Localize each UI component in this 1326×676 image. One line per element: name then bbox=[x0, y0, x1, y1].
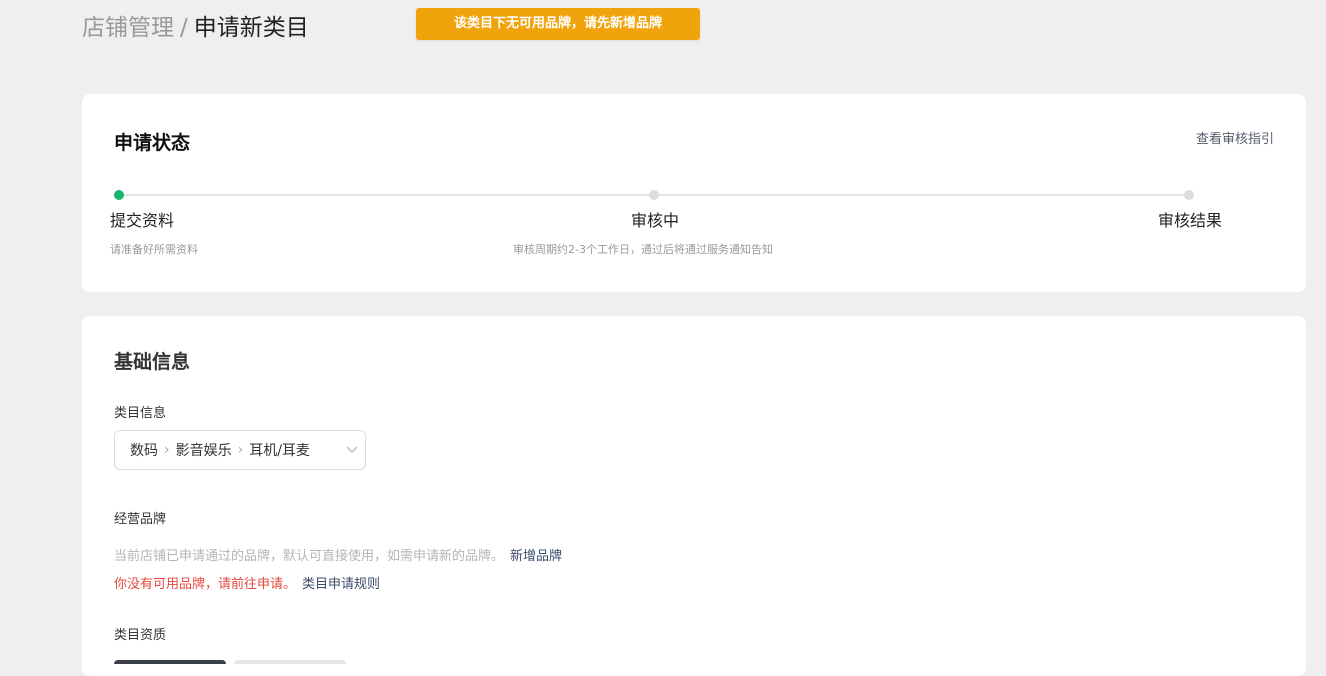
brand-hint-text: 当前店铺已申请通过的品牌，默认可直接使用，如需申请新的品牌。 bbox=[114, 549, 505, 564]
chevron-right-icon: › bbox=[164, 442, 170, 458]
chevron-right-icon: › bbox=[237, 442, 244, 458]
qualification-upload-thumb-2[interactable] bbox=[234, 660, 346, 664]
review-guide-link[interactable]: 查看审核指引 bbox=[1196, 128, 1274, 147]
brand-hint-line: 当前店铺已申请通过的品牌，默认可直接使用，如需申请新的品牌。 新增品牌 bbox=[114, 545, 562, 564]
warning-toast: 该类目下无可用品牌，请先新增品牌 bbox=[416, 8, 700, 40]
category-select[interactable]: 数码 › 影音娱乐 › 耳机/耳麦 bbox=[114, 430, 366, 470]
brand-warning-line: 你没有可用品牌，请前往申请。 类目申请规则 bbox=[114, 573, 380, 592]
add-brand-link[interactable]: 新增品牌 bbox=[510, 549, 562, 564]
step-2-dot bbox=[649, 190, 659, 200]
category-rules-link[interactable]: 类目申请规则 bbox=[302, 577, 380, 592]
step-1-desc: 请准备好所需资料 bbox=[110, 243, 198, 256]
application-status-card: 申请状态 查看审核指引 提交资料 审核中 审核结果 请准备好所需资料 审核周期约… bbox=[82, 94, 1306, 292]
breadcrumb-separator: / bbox=[180, 15, 188, 41]
step-3-title: 审核结果 bbox=[1158, 211, 1223, 230]
no-brand-warning: 你没有可用品牌，请前往申请。 bbox=[114, 577, 297, 592]
step-1-title: 提交资料 bbox=[110, 211, 175, 230]
breadcrumb-parent-link[interactable]: 店铺管理 bbox=[82, 15, 174, 41]
qualification-label: 类目资质 bbox=[114, 628, 167, 643]
qualification-upload-thumb-1[interactable] bbox=[114, 660, 226, 664]
step-3-dot bbox=[1184, 190, 1194, 200]
chevron-down-icon bbox=[346, 446, 358, 453]
category-level-1: 数码 bbox=[130, 443, 158, 459]
step-2-desc: 审核周期约2-3个工作日，通过后将通过服务通知告知 bbox=[513, 243, 773, 256]
page-title: 申请新类目 bbox=[193, 15, 309, 41]
step-1-dot bbox=[114, 190, 124, 200]
category-level-2: 影音娱乐 bbox=[175, 443, 232, 459]
basic-info-title: 基础信息 bbox=[114, 351, 191, 373]
step-2-title: 审核中 bbox=[631, 211, 680, 230]
breadcrumb: 店铺管理 / 申请新类目 bbox=[82, 12, 309, 44]
category-label: 类目信息 bbox=[114, 406, 167, 421]
basic-info-card: 基础信息 类目信息 数码 › 影音娱乐 › 耳机/耳麦 经营品牌 当前店铺已申请… bbox=[82, 316, 1306, 676]
brand-label: 经营品牌 bbox=[114, 512, 167, 527]
category-level-3: 耳机/耳麦 bbox=[249, 443, 310, 459]
status-card-title: 申请状态 bbox=[114, 132, 191, 154]
